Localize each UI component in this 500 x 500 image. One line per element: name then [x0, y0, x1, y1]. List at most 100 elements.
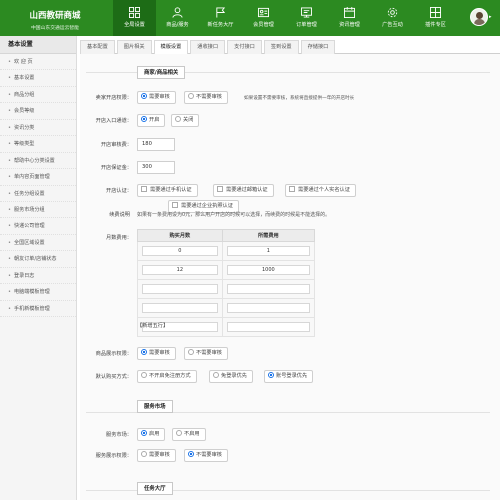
- market-option-off[interactable]: 不启用: [172, 428, 206, 441]
- fee-input[interactable]: [226, 322, 310, 332]
- sidebar-item[interactable]: • 等级类型: [0, 136, 76, 153]
- channel-option-on[interactable]: 开启: [137, 114, 166, 127]
- sidebar-item-label: 欢 迎 页: [14, 59, 33, 65]
- bullet-icon: •: [8, 190, 12, 197]
- tab-images[interactable]: 图片相关: [116, 40, 152, 54]
- market-show-option-no-audit[interactable]: 不需要审核: [184, 449, 228, 462]
- sidebar-item[interactable]: • 登录日志: [0, 268, 76, 285]
- buy-option-account[interactable]: 账号登录优先: [264, 370, 314, 383]
- add-five-rows-link[interactable]: 【新增五行】: [137, 322, 168, 329]
- fee-input[interactable]: [226, 284, 310, 294]
- open-note: 如果设置不需要审核，系统将直接提供一年的开店时长: [244, 96, 355, 101]
- nav-label: 广告互动: [382, 22, 403, 28]
- tab-signin[interactable]: 签到设置: [263, 40, 299, 54]
- months-input[interactable]: 12: [142, 265, 218, 275]
- sidebar-item[interactable]: • 会员等级: [0, 103, 76, 120]
- sidebar-item[interactable]: • 快递公司管理: [0, 218, 76, 235]
- option-label: 需要通过企业执照认证: [181, 203, 233, 209]
- sidebar-item[interactable]: • 电脑端模板管理: [0, 284, 76, 301]
- nav-item-task-hall[interactable]: 新任务大厅: [199, 0, 242, 36]
- months-input[interactable]: [142, 284, 218, 294]
- channel-option-off[interactable]: 关闭: [171, 114, 200, 127]
- open-option-no-audit[interactable]: 不需要审核: [184, 91, 228, 104]
- flag-icon: [215, 7, 226, 18]
- sidebar-item[interactable]: • 商品分组: [0, 87, 76, 104]
- auth-option-email[interactable]: 需要通过邮箱认证: [213, 184, 274, 197]
- months-input[interactable]: 0: [142, 246, 218, 256]
- buy-option-guest[interactable]: 免登录优先: [209, 370, 253, 383]
- sidebar-item-label: 电脑端模板管理: [14, 289, 50, 296]
- sidebar-item[interactable]: • 朝友订单/店铺状态: [0, 251, 76, 268]
- sidebar-item-label: 基本设置: [14, 75, 35, 82]
- order-icon: [301, 7, 312, 18]
- fee-input[interactable]: [226, 303, 310, 313]
- option-label: 开启: [149, 117, 160, 123]
- nav-label: 商品/服务: [166, 22, 189, 28]
- table-row: 12 1000: [137, 260, 316, 280]
- bullet-icon: •: [8, 239, 12, 246]
- sidebar-item[interactable]: • 单内容页面管理: [0, 169, 76, 186]
- nav-item-members[interactable]: 会员管理: [242, 0, 285, 36]
- radio-icon: [188, 349, 194, 355]
- fee-input[interactable]: 1: [226, 246, 310, 256]
- brand-logo[interactable]: 山西教研商城 中国山东交通运云智能: [0, 0, 110, 36]
- sidebar-item[interactable]: • 资讯分类: [0, 120, 76, 137]
- audit-fee-input[interactable]: 180: [137, 138, 175, 151]
- sidebar-item[interactable]: • 手机新模板管理: [0, 301, 76, 317]
- table-header: 购买月数: [137, 229, 223, 242]
- sidebar-item-label: 任务分组设置: [14, 190, 45, 197]
- tab-basic[interactable]: 基本配置: [80, 40, 115, 54]
- tab-notify[interactable]: 通收接口: [190, 40, 226, 54]
- market-option-on[interactable]: 启用: [137, 428, 166, 441]
- sidebar-item[interactable]: • 帮助中心分类设置: [0, 153, 76, 170]
- sidebar-item-label: 手机新模板管理: [14, 305, 50, 312]
- user-icon: [172, 7, 183, 18]
- sidebar-item-label: 登录日志: [14, 272, 35, 279]
- nav-item-news[interactable]: 资讯管理: [328, 0, 371, 36]
- section-title-task: 任务大厅: [137, 482, 173, 495]
- caret-right-icon[interactable]: ▸: [489, 14, 492, 20]
- user-menu[interactable]: ▸: [470, 8, 492, 28]
- deposit-label: 开店保证金：: [100, 165, 132, 171]
- option-label: 不需要审核: [196, 452, 222, 458]
- sidebar-item[interactable]: • 全国区域设置: [0, 235, 76, 252]
- tab-storage[interactable]: 存储接口: [300, 40, 336, 54]
- sidebar-item[interactable]: • 欢 迎 页: [0, 54, 76, 71]
- auth-option-phone[interactable]: 需要通过手机认证: [137, 184, 198, 197]
- bullet-icon: •: [8, 174, 12, 181]
- bullet-icon: •: [8, 305, 12, 312]
- nav-item-ads[interactable]: 广告互动: [371, 0, 414, 36]
- nav-item-global-settings[interactable]: 全局设置: [113, 0, 156, 36]
- sidebar-item-label: 朝友订单/店铺状态: [14, 256, 57, 263]
- nav-item-goods[interactable]: 商品/服务: [156, 0, 199, 36]
- open-option-audit[interactable]: 需要审核: [137, 91, 176, 104]
- sidebar: 基本设置 • 欢 迎 页 • 基本设置 • 商品分组 • 会员等级 • 资讯分类 • 等级类…: [0, 36, 77, 500]
- tab-template[interactable]: 模版设置: [153, 40, 189, 55]
- auth-option-realname[interactable]: 需要通过个人实名认证: [285, 184, 356, 197]
- checkbox-icon: [217, 186, 223, 192]
- nav-item-plugins[interactable]: 插件专区: [414, 0, 457, 36]
- market-show-option-audit[interactable]: 需要审核: [137, 449, 176, 462]
- avatar[interactable]: [470, 8, 488, 26]
- nav-item-orders[interactable]: 订单管理: [285, 0, 328, 36]
- sidebar-item-label: 会员等级: [14, 108, 35, 115]
- goods-show-option-no-audit[interactable]: 不需要审核: [184, 347, 228, 360]
- tab-payment[interactable]: 支付接口: [227, 40, 262, 54]
- deposit-input[interactable]: 300: [137, 161, 175, 174]
- months-input[interactable]: [142, 303, 218, 313]
- radio-icon: [176, 430, 182, 436]
- nav-label: 插件专区: [425, 22, 446, 28]
- goods-show-option-audit[interactable]: 需要审核: [137, 347, 176, 360]
- nav-label: 新任务大厅: [207, 22, 234, 28]
- bullet-icon: •: [8, 157, 12, 164]
- sidebar-item[interactable]: • 任务分组设置: [0, 186, 76, 202]
- top-header: 山西教研商城 中国山东交通运云智能 全局设置 商品/服务 新任务大厅 会员管理: [0, 0, 500, 36]
- sidebar-item-label: 帮助中心分类设置: [14, 157, 55, 164]
- sidebar-item-label: 等级类型: [14, 141, 35, 148]
- sidebar-item[interactable]: • 基本设置: [0, 70, 76, 87]
- fee-input[interactable]: 1000: [226, 265, 310, 275]
- brand-name: 山西教研商城: [29, 11, 81, 21]
- buy-option-no-register[interactable]: 不开启免注册方式: [137, 370, 197, 383]
- table-header-row: 购买月数 所需费用: [137, 229, 316, 242]
- sidebar-item[interactable]: • 服务市场分组: [0, 202, 76, 219]
